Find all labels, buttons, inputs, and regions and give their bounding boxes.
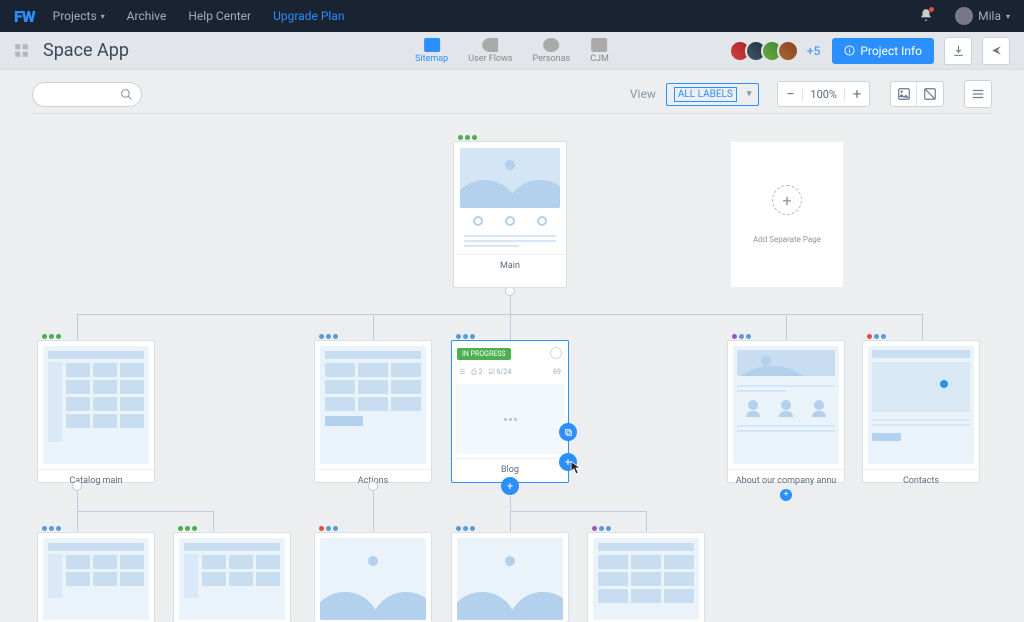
page-card[interactable] [37,532,155,622]
nav-upgrade[interactable]: Upgrade Plan [273,9,344,23]
zoom-in-button[interactable]: + [845,82,869,106]
nav-projects[interactable]: Projects▾ [53,9,105,23]
view-label: View [630,87,656,101]
page-card[interactable] [587,532,705,622]
page-card-contacts[interactable]: Contacts [862,340,980,483]
page-card[interactable] [451,532,569,622]
chevron-down-icon: ▾ [101,12,105,21]
image-off-icon[interactable] [917,82,943,106]
team-avatars[interactable] [735,40,799,62]
status-badge: IN PROGRESS [457,348,511,360]
chevron-down-icon: ▾ [747,89,752,99]
duplicate-fab[interactable] [559,423,577,441]
page-card[interactable] [173,532,291,622]
zoom-value: 100% [802,88,845,101]
add-page-button[interactable]: + Add Separate Page [730,141,844,288]
zoom-out-button[interactable]: − [778,82,802,106]
list-view-button[interactable] [964,80,992,108]
search-icon [120,88,133,101]
page-card-catalog[interactable]: Catalog main [37,340,155,483]
page-card-main[interactable]: Main [453,141,567,288]
add-page-label: Add Separate Page [753,235,821,244]
check-icon [550,347,562,359]
add-child-fab[interactable]: + [780,489,792,501]
labels-dropdown[interactable]: ALL LABELS▾ [666,83,760,106]
user-menu[interactable]: Mila ▾ [941,7,1010,25]
project-info-button[interactable]: Project Info [832,38,934,64]
search-input[interactable] [32,82,142,107]
cursor-icon [570,461,582,475]
image-view-icon[interactable] [891,82,917,106]
tab-cjm[interactable]: CJM [590,38,609,64]
add-sibling-fab[interactable]: + [501,477,519,495]
page-title: Space App [43,40,129,61]
avatar [955,7,973,25]
page-card-about[interactable]: About our company annu [727,340,845,483]
card-label: Catalog main [38,469,154,492]
tab-sitemap[interactable]: Sitemap [415,38,448,64]
plus-icon: + [772,185,802,215]
export-button[interactable] [944,37,972,65]
page-card[interactable] [314,532,432,622]
page-card-blog[interactable]: IN PROGRESS ☰⎙ 2☑ 6/2469 Blog + + [451,340,569,483]
page-card-actions[interactable]: Actions [314,340,432,483]
tab-userflows[interactable]: User Flows [468,38,512,64]
nav-archive[interactable]: Archive [127,9,167,23]
nav-help[interactable]: Help Center [188,9,251,23]
bell-icon[interactable] [919,8,933,25]
card-label: Contacts [863,469,979,492]
logo[interactable]: FW [14,7,35,26]
chevron-down-icon: ▾ [1006,12,1010,21]
card-label: Main [454,254,566,277]
tab-personas[interactable]: Personas [532,38,570,64]
share-button[interactable] [982,37,1010,65]
apps-grid-icon[interactable] [14,43,29,58]
team-overflow[interactable]: +5 [807,44,821,58]
